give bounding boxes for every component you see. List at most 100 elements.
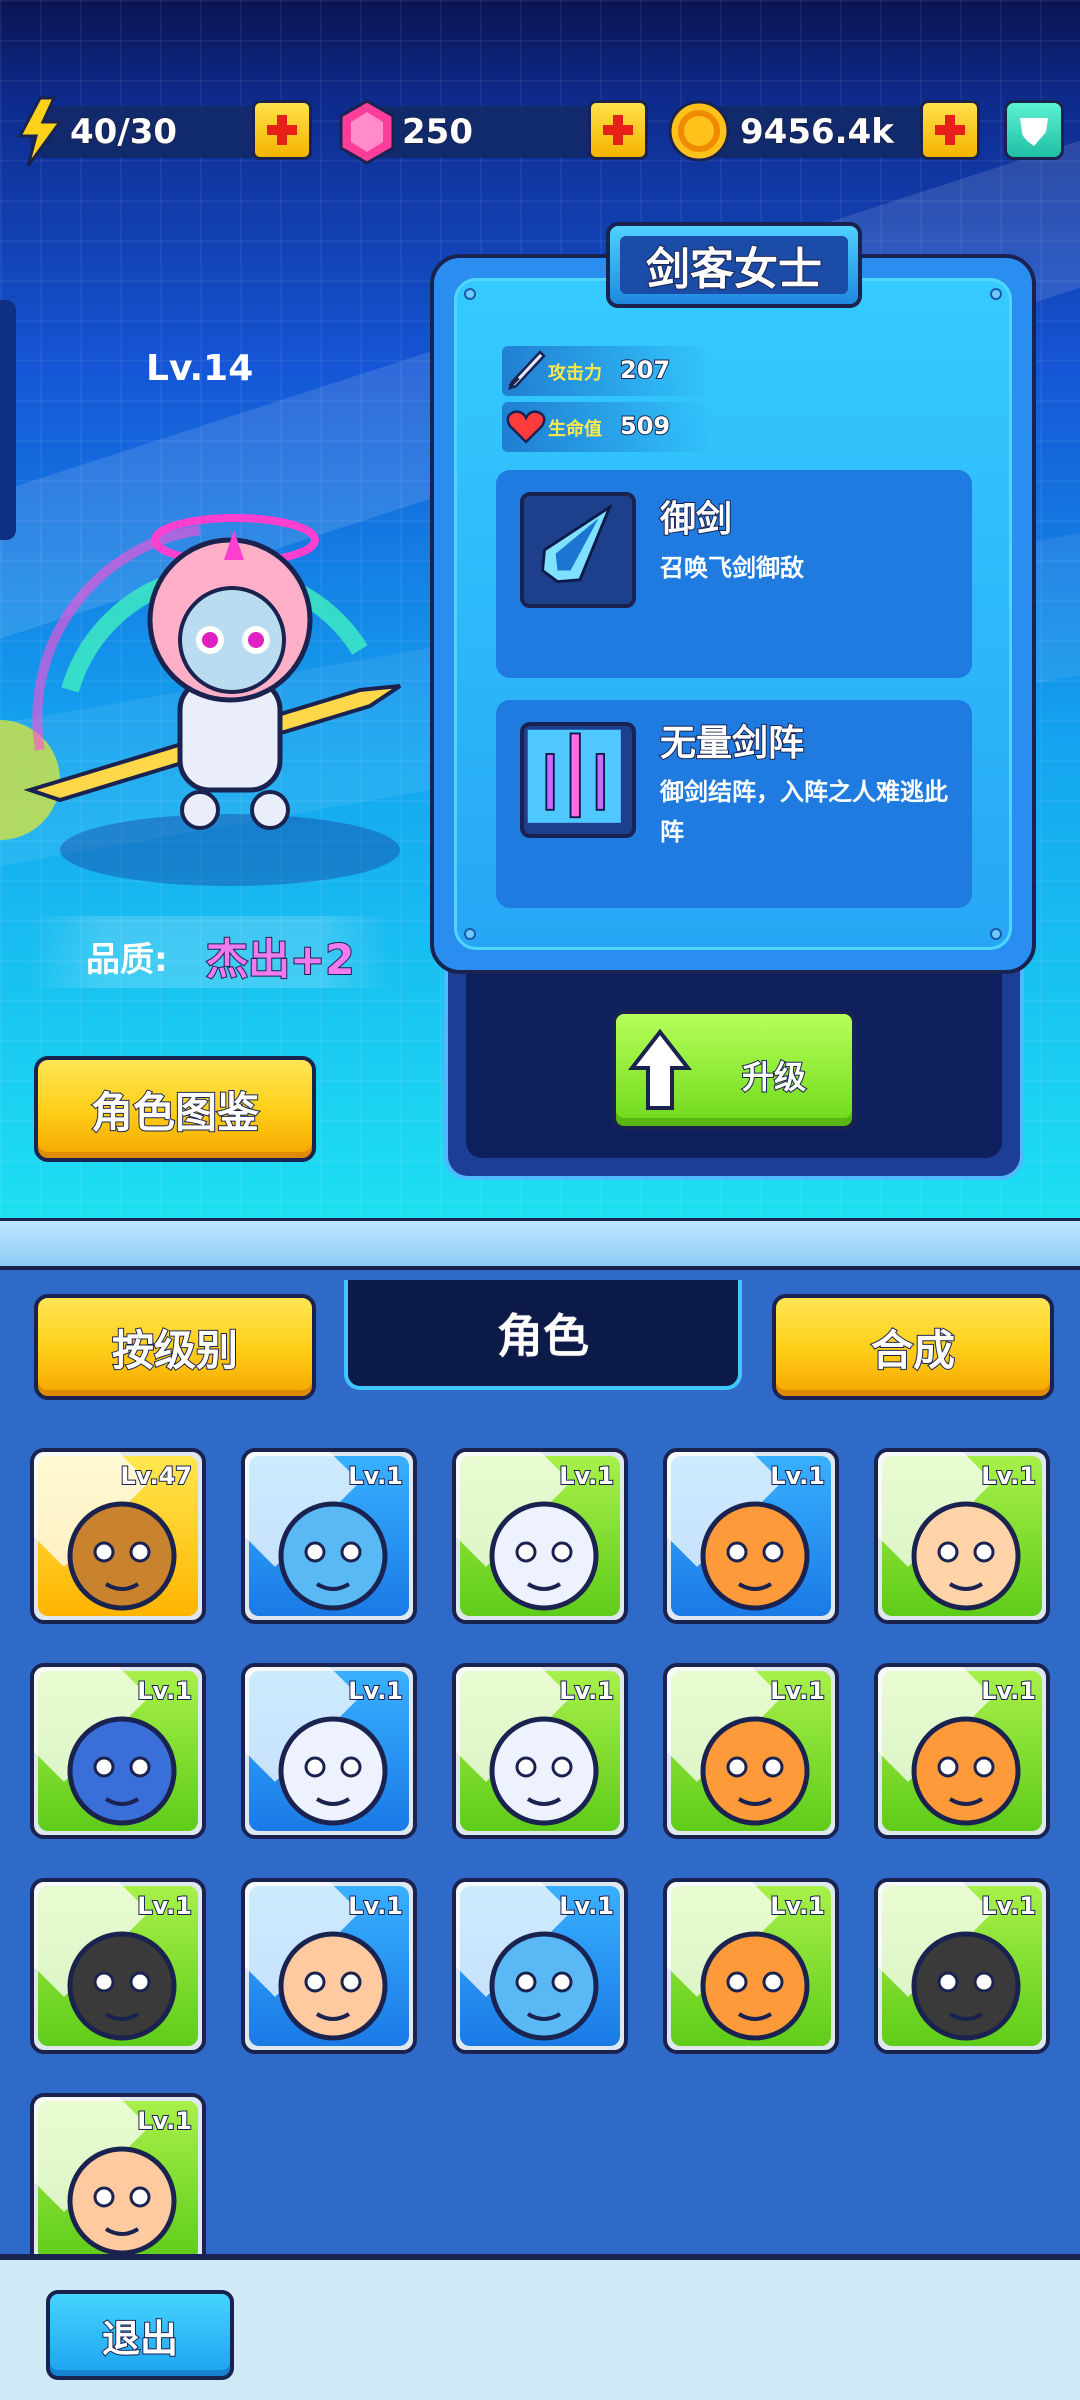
card-level: Lv.1: [558, 1461, 615, 1491]
attack-stat-row: 攻击力 207: [502, 346, 712, 396]
swordswoman-character-art: [0, 514, 402, 886]
white-hair-goggles-portrait-icon: [278, 1716, 388, 1826]
orange-bun-girl-portrait-icon: [700, 1931, 810, 2041]
card-level: Lv.1: [347, 1676, 404, 1706]
resource-bar: 40/30 250 9456.4k: [0, 96, 1080, 168]
footer-bar: 退出: [0, 2254, 1080, 2400]
card-level: Lv.1: [558, 1676, 615, 1706]
hp-label: 生命值: [548, 419, 602, 440]
coin-value: 9456.4k: [739, 111, 895, 153]
energy-value: 40/30: [69, 111, 178, 153]
character-card[interactable]: Lv.1: [663, 1663, 839, 1839]
monocle-gentleman-portrait-icon: [278, 1931, 388, 2041]
quality-bar: 品质: 杰出+2: [30, 916, 390, 988]
blue-squid-portrait-icon: [278, 1501, 388, 1611]
panel-bolt: [464, 928, 476, 940]
add-gems-button[interactable]: [588, 100, 648, 160]
white-hair-goggles-portrait-icon: [489, 1501, 599, 1611]
skill-card[interactable]: 御剑 召唤飞剑御敌: [496, 470, 972, 678]
character-card[interactable]: Lv.1: [241, 1878, 417, 2054]
blue-hood-girl-portrait-icon: [67, 1716, 177, 1826]
plus-icon: [603, 115, 633, 145]
flying-sword-skill-icon: [520, 492, 636, 608]
skill-description: 御剑结阵，入阵之人难逃此阵: [660, 778, 948, 846]
character-card[interactable]: Lv.1: [452, 1448, 628, 1624]
orange-bun-girl-portrait-icon: [911, 1716, 1021, 1826]
bearded-bandana-portrait-icon: [911, 1931, 1021, 2041]
character-codex-button[interactable]: 角色图鉴: [34, 1056, 316, 1162]
card-level: Lv.1: [136, 1676, 193, 1706]
blue-squid-portrait-icon: [489, 1931, 599, 2041]
quality-label: 品质:: [86, 940, 168, 980]
round-face-man-portrait-icon: [911, 1501, 1021, 1611]
sword-array-skill-icon: [520, 722, 636, 838]
hp-stat-row: 生命值 509: [502, 402, 712, 452]
merge-button[interactable]: 合成: [772, 1294, 1054, 1400]
add-coins-button[interactable]: [920, 100, 980, 160]
quality-value: 杰出+2: [205, 934, 355, 985]
orange-bun-girl-portrait-icon: [700, 1501, 810, 1611]
skill-name: 无量剑阵: [659, 722, 805, 765]
character-card[interactable]: Lv.1: [452, 1878, 628, 2054]
panel-bolt: [464, 288, 476, 300]
card-level: Lv.1: [769, 1461, 826, 1491]
character-card[interactable]: Lv.1: [241, 1448, 417, 1624]
coin-icon: [668, 100, 730, 162]
add-energy-button[interactable]: [252, 100, 312, 160]
character-card[interactable]: Lv.1: [241, 1663, 417, 1839]
character-card[interactable]: Lv.1: [30, 1663, 206, 1839]
hp-value: 509: [619, 411, 671, 441]
character-card[interactable]: Lv.1: [663, 1878, 839, 2054]
card-level: Lv.1: [347, 1461, 404, 1491]
character-name: 剑客女士: [620, 236, 848, 296]
character-card[interactable]: Lv.1: [30, 1878, 206, 2054]
skill-name: 御剑: [659, 498, 733, 541]
card-level: Lv.1: [558, 1891, 615, 1921]
character-card[interactable]: Lv.1: [30, 2093, 206, 2269]
sort-by-level-button[interactable]: 按级别: [34, 1294, 316, 1400]
bearded-bandana-portrait-icon: [67, 1931, 177, 2041]
skill-card[interactable]: 无量剑阵 御剑结阵，入阵之人难逃此阵: [496, 700, 972, 908]
panel-bolt: [990, 288, 1002, 300]
character-card[interactable]: Lv.47: [30, 1448, 206, 1624]
bearded-king-portrait-icon: [700, 1716, 810, 1826]
card-level: Lv.1: [136, 1891, 193, 1921]
character-card[interactable]: Lv.1: [874, 1663, 1050, 1839]
monocle-gentleman-portrait-icon: [67, 2146, 177, 2256]
card-level: Lv.1: [136, 2106, 193, 2136]
tab-characters[interactable]: 角色: [344, 1280, 742, 1390]
card-level: Lv.1: [980, 1891, 1037, 1921]
card-level: Lv.1: [769, 1891, 826, 1921]
card-level: Lv.1: [980, 1461, 1037, 1491]
heart-icon: [506, 410, 546, 444]
card-level: Lv.47: [120, 1461, 193, 1491]
attack-value: 207: [619, 355, 671, 385]
section-divider: [0, 1218, 1080, 1270]
monkey-portrait-icon: [67, 1501, 177, 1611]
character-level: Lv.14: [146, 348, 254, 389]
card-level: Lv.1: [769, 1676, 826, 1706]
character-card[interactable]: Lv.1: [874, 1878, 1050, 2054]
shield-button[interactable]: [1004, 100, 1064, 160]
sword-icon: [508, 350, 546, 390]
attack-label: 攻击力: [548, 363, 602, 384]
gem-value: 250: [401, 111, 474, 153]
plus-icon: [935, 115, 965, 145]
up-arrow-icon: [628, 1028, 692, 1110]
card-level: Lv.1: [347, 1891, 404, 1921]
shield-icon: [1020, 118, 1048, 146]
gem-icon: [339, 99, 395, 165]
white-hair-goggles-portrait-icon: [489, 1716, 599, 1826]
character-card[interactable]: Lv.1: [452, 1663, 628, 1839]
card-level: Lv.1: [980, 1676, 1037, 1706]
exit-button[interactable]: 退出: [46, 2290, 234, 2380]
upgrade-label: 升级: [741, 1057, 807, 1097]
upgrade-button[interactable]: 升级: [612, 1010, 856, 1130]
character-card[interactable]: Lv.1: [663, 1448, 839, 1624]
character-card[interactable]: Lv.1: [874, 1448, 1050, 1624]
roster-area: 按级别 角色 合成 Lv.47 Lv.1 Lv.1 Lv.1 Lv.1 Lv.1 Lv.1 L…: [0, 1218, 1080, 2269]
hero-showcase-area: 40/30 250 9456.4k Lv.14 品质: 杰出+2 角色图鉴 剑客…: [0, 0, 1080, 1230]
skill-description: 召唤飞剑御敌: [660, 554, 804, 582]
character-name-plate: 剑客女士: [606, 222, 862, 308]
plus-icon: [267, 115, 297, 145]
